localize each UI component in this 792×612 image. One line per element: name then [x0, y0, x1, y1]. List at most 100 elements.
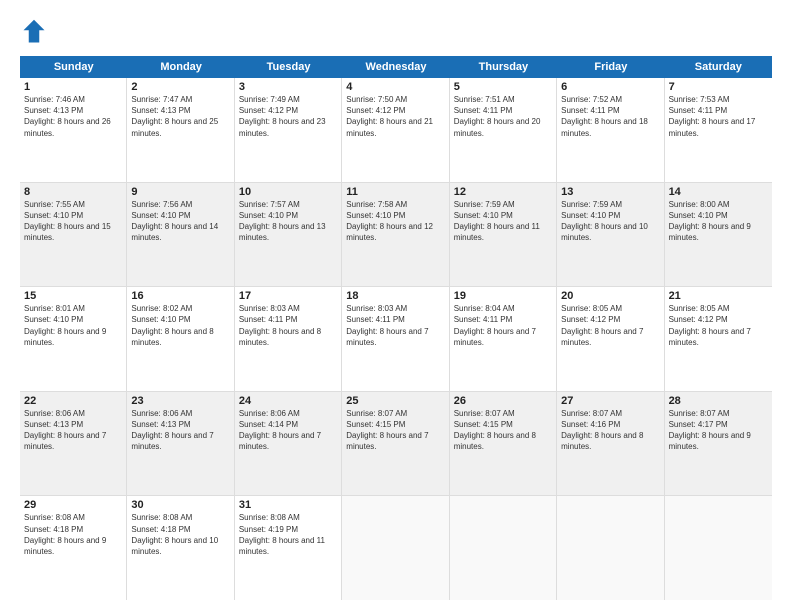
calendar-cell: 3Sunrise: 7:49 AMSunset: 4:12 PMDaylight… [235, 78, 342, 182]
cell-info: Sunrise: 8:08 AMSunset: 4:18 PMDaylight:… [24, 512, 122, 557]
calendar-cell: 1Sunrise: 7:46 AMSunset: 4:13 PMDaylight… [20, 78, 127, 182]
cell-info: Sunrise: 8:07 AMSunset: 4:15 PMDaylight:… [346, 408, 444, 453]
cell-info: Sunrise: 8:06 AMSunset: 4:13 PMDaylight:… [131, 408, 229, 453]
calendar-cell: 18Sunrise: 8:03 AMSunset: 4:11 PMDayligh… [342, 287, 449, 391]
day-number: 25 [346, 395, 444, 407]
day-number: 12 [454, 186, 552, 198]
calendar-cell: 19Sunrise: 8:04 AMSunset: 4:11 PMDayligh… [450, 287, 557, 391]
calendar-cell: 16Sunrise: 8:02 AMSunset: 4:10 PMDayligh… [127, 287, 234, 391]
calendar-cell [342, 496, 449, 600]
calendar-cell: 2Sunrise: 7:47 AMSunset: 4:13 PMDaylight… [127, 78, 234, 182]
calendar-cell: 9Sunrise: 7:56 AMSunset: 4:10 PMDaylight… [127, 183, 234, 287]
calendar-cell: 8Sunrise: 7:55 AMSunset: 4:10 PMDaylight… [20, 183, 127, 287]
day-number: 15 [24, 290, 122, 302]
calendar-cell: 31Sunrise: 8:08 AMSunset: 4:19 PMDayligh… [235, 496, 342, 600]
day-number: 31 [239, 499, 337, 511]
day-number: 8 [24, 186, 122, 198]
calendar-cell: 30Sunrise: 8:08 AMSunset: 4:18 PMDayligh… [127, 496, 234, 600]
cell-info: Sunrise: 7:56 AMSunset: 4:10 PMDaylight:… [131, 199, 229, 244]
cell-info: Sunrise: 8:07 AMSunset: 4:15 PMDaylight:… [454, 408, 552, 453]
calendar: SundayMondayTuesdayWednesdayThursdayFrid… [20, 56, 772, 600]
calendar-row: 15Sunrise: 8:01 AMSunset: 4:10 PMDayligh… [20, 287, 772, 392]
cell-info: Sunrise: 7:59 AMSunset: 4:10 PMDaylight:… [454, 199, 552, 244]
calendar-cell: 6Sunrise: 7:52 AMSunset: 4:11 PMDaylight… [557, 78, 664, 182]
cell-info: Sunrise: 7:55 AMSunset: 4:10 PMDaylight:… [24, 199, 122, 244]
day-number: 16 [131, 290, 229, 302]
calendar-day-header: Monday [127, 56, 234, 78]
calendar-cell: 21Sunrise: 8:05 AMSunset: 4:12 PMDayligh… [665, 287, 772, 391]
cell-info: Sunrise: 8:08 AMSunset: 4:19 PMDaylight:… [239, 512, 337, 557]
calendar-cell: 23Sunrise: 8:06 AMSunset: 4:13 PMDayligh… [127, 392, 234, 496]
calendar-cell: 26Sunrise: 8:07 AMSunset: 4:15 PMDayligh… [450, 392, 557, 496]
cell-info: Sunrise: 8:04 AMSunset: 4:11 PMDaylight:… [454, 303, 552, 348]
day-number: 2 [131, 81, 229, 93]
calendar-cell: 22Sunrise: 8:06 AMSunset: 4:13 PMDayligh… [20, 392, 127, 496]
day-number: 11 [346, 186, 444, 198]
cell-info: Sunrise: 8:02 AMSunset: 4:10 PMDaylight:… [131, 303, 229, 348]
cell-info: Sunrise: 8:03 AMSunset: 4:11 PMDaylight:… [239, 303, 337, 348]
day-number: 9 [131, 186, 229, 198]
cell-info: Sunrise: 7:57 AMSunset: 4:10 PMDaylight:… [239, 199, 337, 244]
cell-info: Sunrise: 7:47 AMSunset: 4:13 PMDaylight:… [131, 94, 229, 139]
calendar-cell: 7Sunrise: 7:53 AMSunset: 4:11 PMDaylight… [665, 78, 772, 182]
calendar-cell [557, 496, 664, 600]
calendar-day-header: Friday [557, 56, 664, 78]
calendar-cell: 15Sunrise: 8:01 AMSunset: 4:10 PMDayligh… [20, 287, 127, 391]
cell-info: Sunrise: 8:03 AMSunset: 4:11 PMDaylight:… [346, 303, 444, 348]
cell-info: Sunrise: 8:06 AMSunset: 4:14 PMDaylight:… [239, 408, 337, 453]
day-number: 20 [561, 290, 659, 302]
day-number: 22 [24, 395, 122, 407]
calendar-cell: 27Sunrise: 8:07 AMSunset: 4:16 PMDayligh… [557, 392, 664, 496]
day-number: 17 [239, 290, 337, 302]
day-number: 3 [239, 81, 337, 93]
cell-info: Sunrise: 7:59 AMSunset: 4:10 PMDaylight:… [561, 199, 659, 244]
day-number: 7 [669, 81, 768, 93]
cell-info: Sunrise: 7:52 AMSunset: 4:11 PMDaylight:… [561, 94, 659, 139]
logo-icon [20, 18, 48, 46]
cell-info: Sunrise: 7:58 AMSunset: 4:10 PMDaylight:… [346, 199, 444, 244]
calendar-cell: 24Sunrise: 8:06 AMSunset: 4:14 PMDayligh… [235, 392, 342, 496]
calendar-cell: 28Sunrise: 8:07 AMSunset: 4:17 PMDayligh… [665, 392, 772, 496]
header [20, 18, 772, 46]
day-number: 24 [239, 395, 337, 407]
calendar-cell: 10Sunrise: 7:57 AMSunset: 4:10 PMDayligh… [235, 183, 342, 287]
cell-info: Sunrise: 8:00 AMSunset: 4:10 PMDaylight:… [669, 199, 768, 244]
calendar-cell: 12Sunrise: 7:59 AMSunset: 4:10 PMDayligh… [450, 183, 557, 287]
calendar-body: 1Sunrise: 7:46 AMSunset: 4:13 PMDaylight… [20, 78, 772, 600]
calendar-row: 22Sunrise: 8:06 AMSunset: 4:13 PMDayligh… [20, 392, 772, 497]
cell-info: Sunrise: 7:49 AMSunset: 4:12 PMDaylight:… [239, 94, 337, 139]
cell-info: Sunrise: 7:51 AMSunset: 4:11 PMDaylight:… [454, 94, 552, 139]
calendar-cell: 25Sunrise: 8:07 AMSunset: 4:15 PMDayligh… [342, 392, 449, 496]
cell-info: Sunrise: 8:06 AMSunset: 4:13 PMDaylight:… [24, 408, 122, 453]
cell-info: Sunrise: 8:05 AMSunset: 4:12 PMDaylight:… [561, 303, 659, 348]
calendar-row: 8Sunrise: 7:55 AMSunset: 4:10 PMDaylight… [20, 183, 772, 288]
cell-info: Sunrise: 8:05 AMSunset: 4:12 PMDaylight:… [669, 303, 768, 348]
calendar-cell: 4Sunrise: 7:50 AMSunset: 4:12 PMDaylight… [342, 78, 449, 182]
calendar-day-header: Saturday [665, 56, 772, 78]
calendar-header: SundayMondayTuesdayWednesdayThursdayFrid… [20, 56, 772, 78]
calendar-row: 1Sunrise: 7:46 AMSunset: 4:13 PMDaylight… [20, 78, 772, 183]
cell-info: Sunrise: 8:07 AMSunset: 4:16 PMDaylight:… [561, 408, 659, 453]
cell-info: Sunrise: 7:46 AMSunset: 4:13 PMDaylight:… [24, 94, 122, 139]
calendar-cell: 5Sunrise: 7:51 AMSunset: 4:11 PMDaylight… [450, 78, 557, 182]
calendar-cell: 17Sunrise: 8:03 AMSunset: 4:11 PMDayligh… [235, 287, 342, 391]
calendar-day-header: Sunday [20, 56, 127, 78]
day-number: 26 [454, 395, 552, 407]
day-number: 18 [346, 290, 444, 302]
day-number: 10 [239, 186, 337, 198]
cell-info: Sunrise: 8:01 AMSunset: 4:10 PMDaylight:… [24, 303, 122, 348]
day-number: 30 [131, 499, 229, 511]
day-number: 14 [669, 186, 768, 198]
cell-info: Sunrise: 7:53 AMSunset: 4:11 PMDaylight:… [669, 94, 768, 139]
day-number: 13 [561, 186, 659, 198]
cell-info: Sunrise: 8:07 AMSunset: 4:17 PMDaylight:… [669, 408, 768, 453]
day-number: 6 [561, 81, 659, 93]
calendar-row: 29Sunrise: 8:08 AMSunset: 4:18 PMDayligh… [20, 496, 772, 600]
calendar-day-header: Thursday [450, 56, 557, 78]
calendar-cell: 11Sunrise: 7:58 AMSunset: 4:10 PMDayligh… [342, 183, 449, 287]
page: SundayMondayTuesdayWednesdayThursdayFrid… [0, 0, 792, 612]
day-number: 29 [24, 499, 122, 511]
day-number: 1 [24, 81, 122, 93]
calendar-cell [450, 496, 557, 600]
calendar-cell: 14Sunrise: 8:00 AMSunset: 4:10 PMDayligh… [665, 183, 772, 287]
